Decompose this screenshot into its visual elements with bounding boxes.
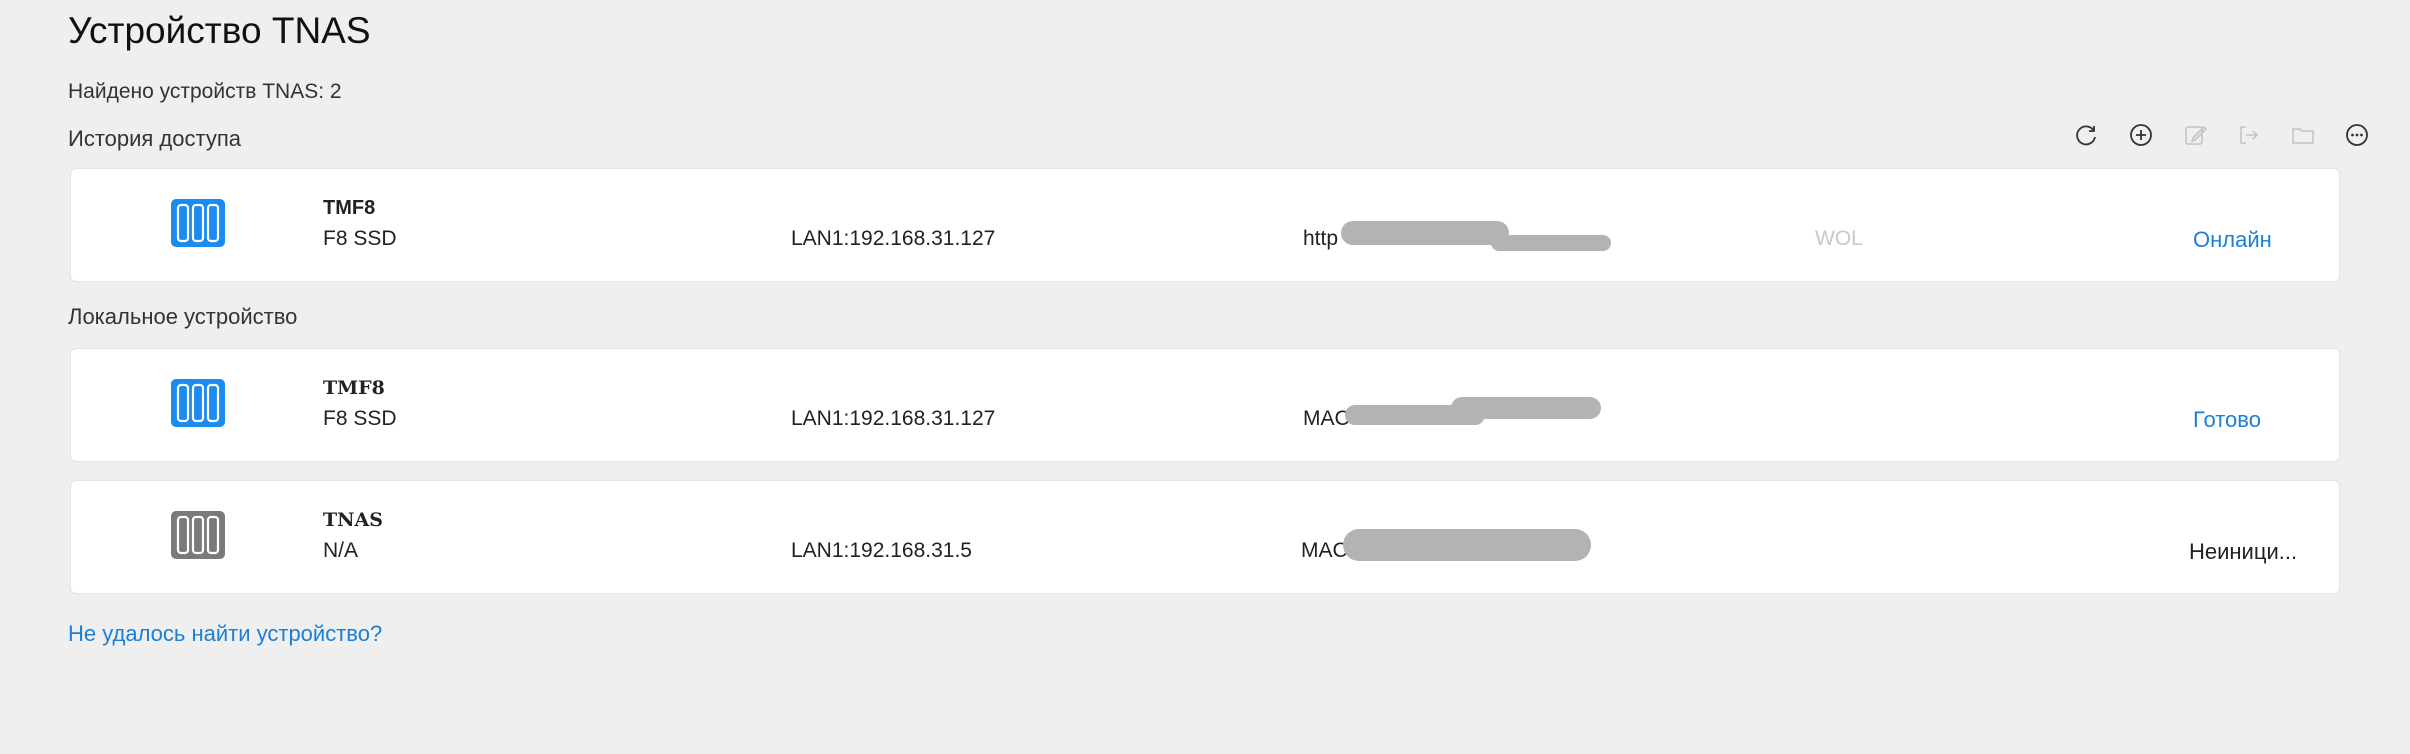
device-url-prefix: http (1303, 227, 1339, 250)
device-name: TNAS (323, 509, 383, 531)
history-device-card[interactable]: TMF8 F8 SSD LAN1:192.168.31.127 http WOL… (70, 168, 2340, 282)
device-model: F8 SSD (323, 407, 397, 430)
device-model: N/A (323, 539, 359, 562)
local-device-card[interactable]: TMF8 F8 SSD LAN1:192.168.31.127 MAC Гото… (70, 348, 2340, 462)
more-icon[interactable] (2344, 122, 2370, 148)
device-url: http (1303, 227, 1338, 251)
edit-icon[interactable] (2182, 122, 2208, 148)
redacted-region (1491, 235, 1611, 251)
device-status-link[interactable]: Онлайн (2193, 227, 2272, 253)
device-mac-prefix: MAC (1303, 407, 1350, 430)
local-device-card[interactable]: TNAS N/A LAN1:192.168.31.5 MAC: Неиници.… (70, 480, 2340, 594)
device-name: TMF8 (323, 377, 385, 399)
device-lan-address: LAN1:192.168.31.127 (791, 407, 996, 430)
nas-device-icon (171, 379, 225, 427)
redacted-region (1341, 221, 1509, 245)
export-icon[interactable] (2236, 122, 2262, 148)
device-status-link[interactable]: Готово (2193, 407, 2261, 433)
nas-device-icon (171, 511, 225, 559)
refresh-icon[interactable] (2074, 122, 2100, 148)
local-device-heading: Локальное устройство (68, 304, 298, 329)
folder-icon[interactable] (2290, 122, 2316, 148)
device-status: Неиници... (2189, 539, 2298, 564)
wol-button[interactable]: WOL (1815, 227, 1863, 251)
device-model: F8 SSD (323, 227, 397, 250)
toolbar (2074, 122, 2370, 148)
device-name: TMF8 (323, 197, 376, 219)
device-lan-address: LAN1:192.168.31.5 (791, 539, 972, 562)
page-title: Устройство TNAS (68, 10, 371, 51)
tnas-device-page: Устройство TNAS Найдено устройств TNAS: … (0, 0, 2410, 754)
cannot-find-device-link[interactable]: Не удалось найти устройство? (68, 621, 382, 647)
devices-found-count: Найдено устройств TNAS: 2 (68, 80, 342, 103)
device-lan-address: LAN1:192.168.31.127 (791, 227, 996, 250)
add-circle-icon[interactable] (2128, 122, 2154, 148)
redacted-region (1343, 529, 1591, 561)
nas-device-icon (171, 199, 225, 247)
device-mac: MAC (1303, 407, 1350, 431)
access-history-heading: История доступа (68, 126, 241, 151)
redacted-region (1451, 397, 1601, 419)
